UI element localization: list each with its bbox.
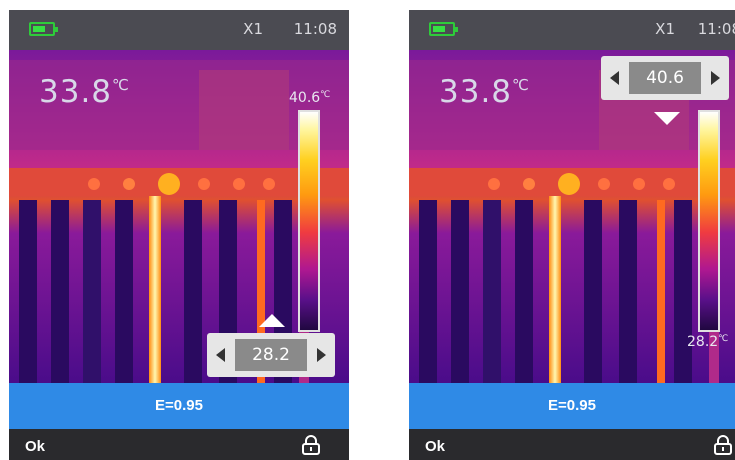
clock: 11:08: [697, 20, 735, 38]
arrow-right-icon[interactable]: [317, 348, 326, 362]
battery-icon: [429, 22, 458, 36]
status-bar: X1 11:08: [409, 10, 735, 50]
triangle-up-icon: [259, 314, 285, 327]
adjust-value: 28.2: [235, 339, 307, 371]
center-temperature: 33.8℃: [39, 74, 130, 110]
scale-min-label: 28.2℃: [687, 334, 729, 350]
battery-icon: [29, 22, 58, 36]
arrow-left-icon[interactable]: [216, 348, 225, 362]
emissivity-bar: E=0.95: [409, 383, 735, 429]
emissivity-bar: E=0.95: [9, 383, 349, 429]
lock-icon[interactable]: [713, 435, 733, 455]
color-scale-bar: [698, 110, 720, 332]
ok-softkey[interactable]: Ok: [425, 438, 445, 455]
softkey-bar: Ok: [409, 429, 735, 460]
min-temp-adjuster[interactable]: 28.2: [207, 333, 335, 377]
thermal-camera-screen-left: X1 11:08 33.8℃ 40.6℃ 28.2 E=0.95 Ok: [9, 10, 349, 460]
zoom-level: X1: [655, 20, 675, 38]
ok-softkey[interactable]: Ok: [25, 438, 45, 455]
center-temperature: 33.8℃: [439, 74, 530, 110]
max-temp-adjuster[interactable]: 40.6: [601, 56, 729, 100]
arrow-left-icon[interactable]: [610, 71, 619, 85]
lock-icon[interactable]: [301, 435, 321, 455]
softkey-bar: Ok: [9, 429, 349, 460]
adjust-value: 40.6: [629, 62, 701, 94]
clock: 11:08: [293, 20, 337, 38]
arrow-right-icon[interactable]: [711, 71, 720, 85]
status-bar: X1 11:08: [9, 10, 349, 50]
zoom-level: X1: [243, 20, 263, 38]
color-scale-bar: [298, 110, 320, 332]
triangle-down-icon: [654, 112, 680, 125]
thermal-camera-screen-right: X1 11:08: [409, 10, 735, 460]
scale-max-label: 40.6℃: [289, 90, 331, 106]
